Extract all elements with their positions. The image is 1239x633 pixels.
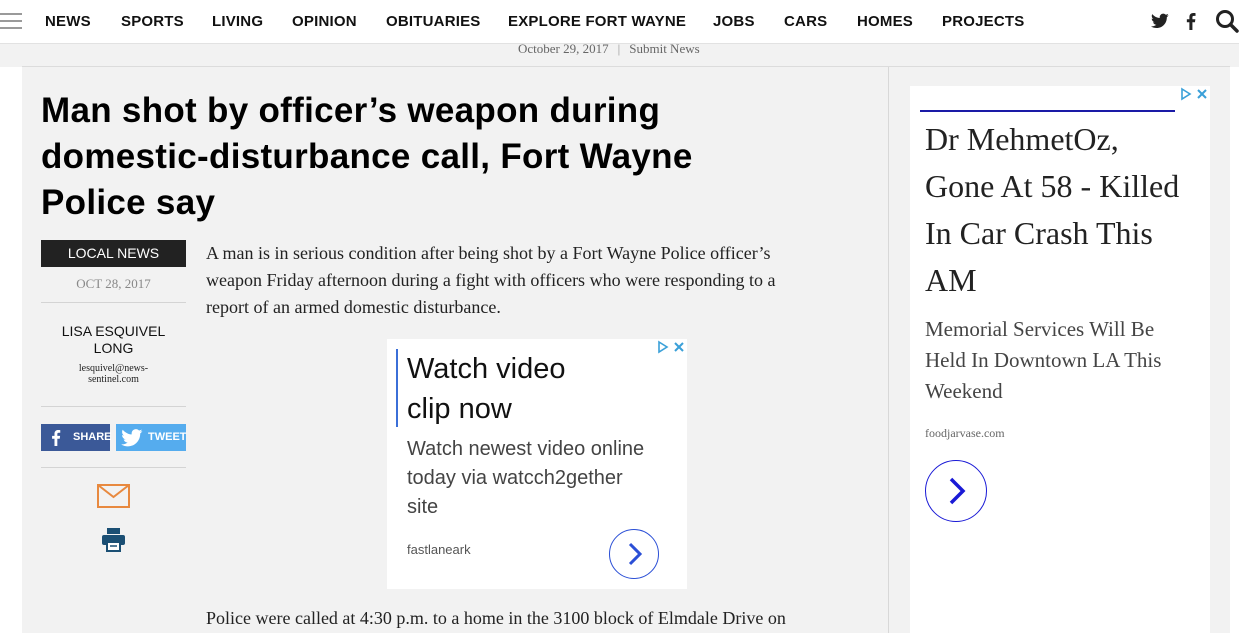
email-icon[interactable] [97,484,130,508]
share-label: SHARE [73,431,112,443]
lede-line: A man is in serious condition after bein… [206,243,771,263]
sidebar-advertisement[interactable]: Dr MehmetOz, Gone At 58 - Killed In Car … [910,86,1210,633]
ad-body-line: Memorial Services Will Be [925,317,1155,341]
date-bar: October 29, 2017 | Submit News [0,41,1239,67]
adchoices-icon[interactable] [1179,87,1209,101]
ad-body-line: site [407,496,439,518]
search-icon[interactable] [1215,9,1239,33]
nav-item-jobs[interactable]: JOBS [713,13,755,30]
facebook-icon [52,430,61,446]
ad-title[interactable]: Watch video clip now [407,349,667,429]
nav-item-opinion[interactable]: OPINION [292,13,357,30]
print-icon[interactable] [101,527,126,552]
twitter-icon [121,429,143,447]
date-separator: | [617,41,621,56]
headline-line: domestic-disturbance call, Fort Wayne [41,137,693,176]
ad-title[interactable]: Dr MehmetOz, Gone At 58 - Killed In Car … [925,116,1205,304]
nav-item-sports[interactable]: SPORTS [121,13,184,30]
tweet-label: TWEET [148,431,187,443]
inline-advertisement[interactable]: Watch video clip now Watch newest video … [387,339,687,589]
chevron-right-icon [628,542,643,566]
twitter-icon[interactable] [1151,13,1169,29]
ad-top-rule [920,110,1175,112]
menu-icon[interactable] [0,13,22,31]
nav-item-explore-fort-wayne[interactable]: EXPLORE FORT WAYNE [508,13,686,30]
ad-title-line: clip now [407,393,512,425]
chevron-right-icon [949,477,966,505]
email-line: lesquivel@news- [78,363,149,374]
ad-title-line: Watch video [407,353,566,385]
meta-divider [41,406,186,407]
ad-body-line: Held In Downtown LA This [925,348,1162,372]
submit-news-link[interactable]: Submit News [629,41,699,56]
meta-divider [41,302,186,303]
nav-item-homes[interactable]: HOMES [857,13,913,30]
article-date: OCT 28, 2017 [76,276,151,291]
top-navigation: NEWS SPORTS LIVING OPINION OBITUARIES EX… [0,0,1239,44]
nav-item-projects[interactable]: PROJECTS [942,13,1024,30]
ad-accent-bar [396,349,398,427]
ad-source: foodjarvase.com [925,426,1005,440]
ad-source: fastlaneark [407,542,471,557]
ad-title-line: In Car Crash This [925,215,1153,251]
facebook-share-button[interactable]: SHARE [41,424,112,451]
ad-title-line: AM [925,262,977,298]
lede-line: weapon Friday afternoon during a fight w… [206,270,776,290]
author-line: LONG [93,340,134,356]
ad-body-line: today via watcch2gether [407,467,623,489]
article-lede: A man is in serious condition after bein… [206,240,876,321]
nav-item-cars[interactable]: CARS [784,13,827,30]
headline-line: Man shot by officer’s weapon during [41,91,661,130]
author-email[interactable]: lesquivel@news- sentinel.com [41,363,186,385]
category-badge[interactable]: LOCAL NEWS [41,240,186,267]
article-paragraph: Police were called at 4:30 p.m. to a hom… [206,608,786,628]
ad-open-button[interactable] [925,460,987,522]
article-headline: Man shot by officer’s weapon during dome… [41,88,841,226]
author-line: LISA ESQUIVEL [61,323,166,339]
lede-line: report of an armed domestic disturbance. [206,297,501,317]
twitter-share-button[interactable]: TWEET [116,424,187,451]
email-line: sentinel.com [88,374,139,385]
ad-body: Watch newest video online today via watc… [407,435,677,522]
ad-open-button[interactable] [609,529,659,579]
headline-line: Police say [41,183,216,222]
author-name[interactable]: LISA ESQUIVEL LONG [41,323,186,357]
ad-title-line: Dr MehmetOz, [925,121,1119,157]
nav-item-news[interactable]: NEWS [45,13,91,30]
meta-divider [41,467,186,468]
ad-body-line: Watch newest video online [407,438,645,460]
ad-title-line: Gone At 58 - Killed [925,168,1180,204]
current-date: October 29, 2017 [518,41,609,56]
ad-body: Memorial Services Will Be Held In Downto… [925,314,1205,407]
nav-item-obituaries[interactable]: OBITUARIES [386,13,481,30]
ad-body-line: Weekend [925,379,1003,403]
facebook-icon[interactable] [1186,13,1196,30]
nav-item-living[interactable]: LIVING [212,13,263,30]
